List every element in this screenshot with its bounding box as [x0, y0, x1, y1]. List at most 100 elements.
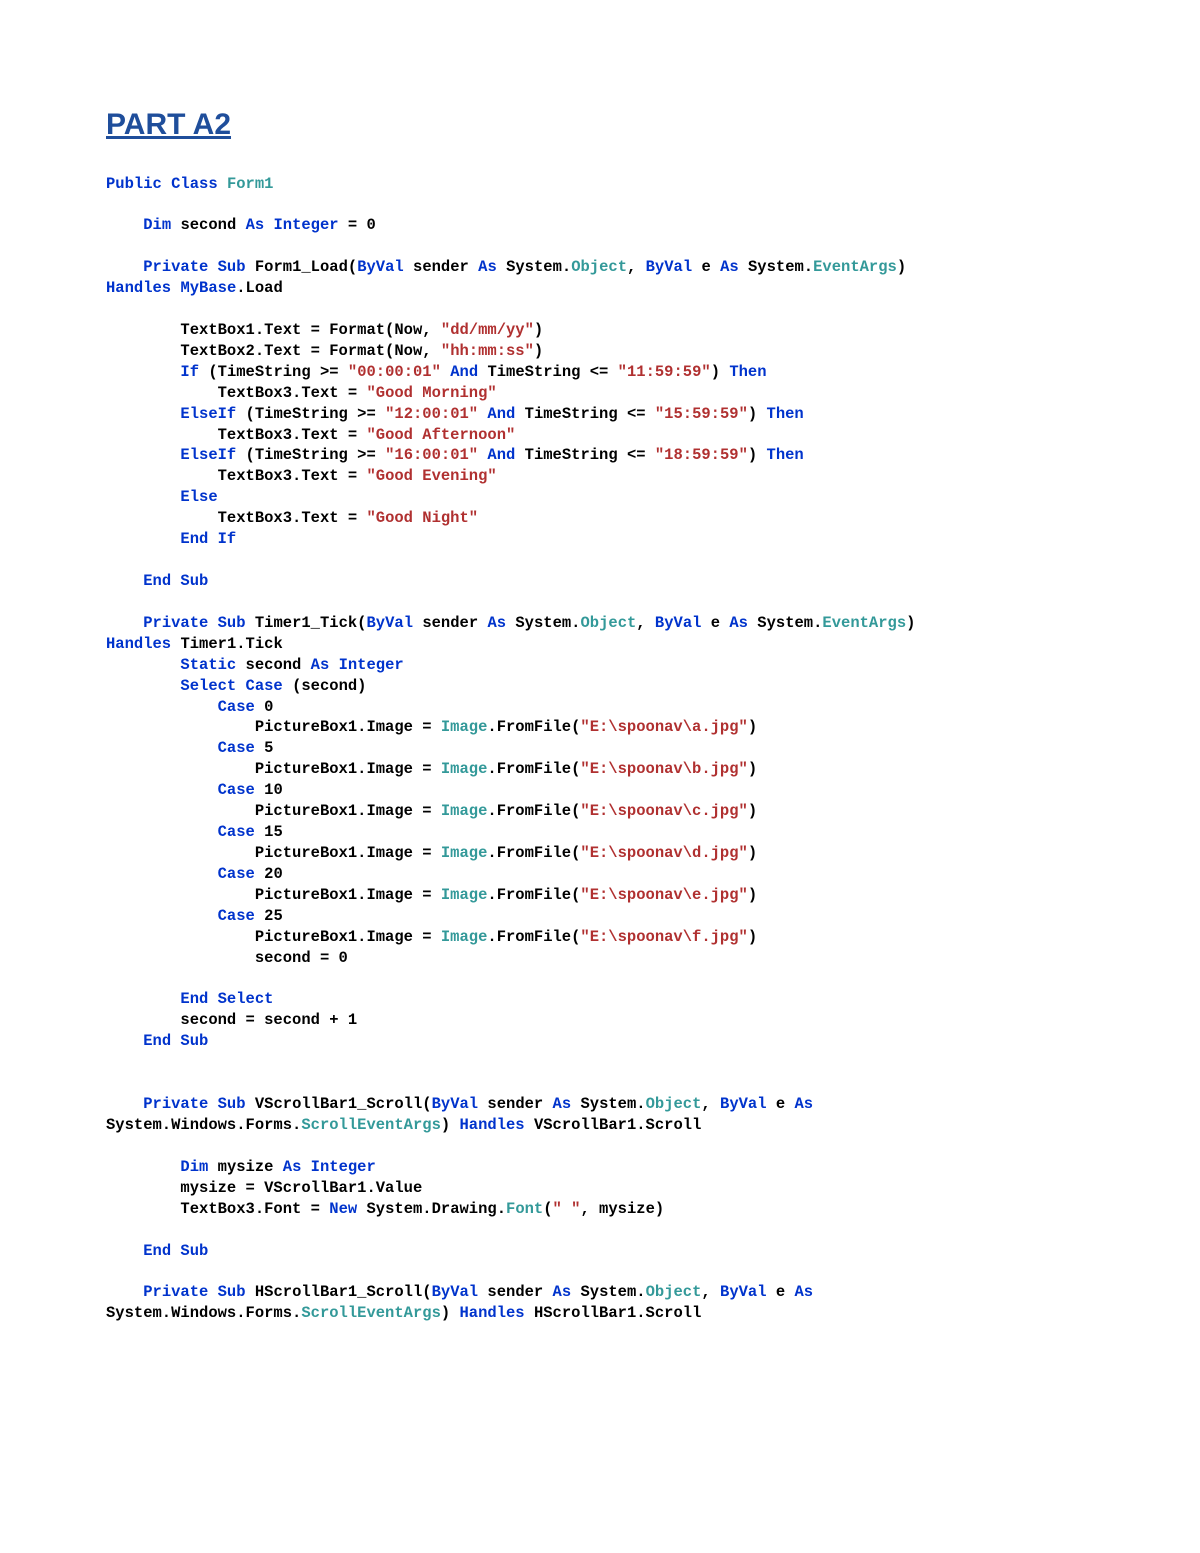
var-second: second — [180, 216, 236, 234]
type-eventargs: EventArgs — [822, 614, 906, 632]
kw-as: As — [553, 1283, 572, 1301]
type-image: Image — [441, 718, 488, 736]
case-num: 20 — [264, 865, 283, 883]
comma: , — [701, 1283, 710, 1301]
paren-close: ) — [441, 1304, 450, 1322]
str-good-night: "Good Night" — [366, 509, 478, 527]
tb3-assign: TextBox3.Text = — [218, 509, 358, 527]
page-title: PART A2 — [106, 105, 1090, 146]
str-good-morning: "Good Morning" — [366, 384, 496, 402]
kw-endsub: End Sub — [143, 1242, 208, 1260]
kw-as: As — [729, 614, 748, 632]
kw-endselect: End Select — [180, 990, 273, 1008]
kw-as: As — [720, 258, 739, 276]
kw-then: Then — [767, 446, 804, 464]
str-path-d: "E:\spoonav\d.jpg" — [580, 844, 747, 862]
kw-as-integer: As Integer — [246, 216, 339, 234]
kw-dim: Dim — [143, 216, 171, 234]
kw-dim: Dim — [180, 1158, 208, 1176]
kw-byval: ByVal — [720, 1283, 767, 1301]
kw-case: Case — [218, 907, 255, 925]
kw-and: And — [450, 363, 478, 381]
if-mid: TimeString <= — [487, 363, 608, 381]
handles-target: VScrollBar1.Scroll — [534, 1116, 701, 1134]
case-num: 0 — [264, 698, 273, 716]
ns-winforms: System.Windows.Forms. — [106, 1304, 301, 1322]
paren-close: ) — [534, 342, 543, 360]
str-155959: "15:59:59" — [655, 405, 748, 423]
type-image: Image — [441, 886, 488, 904]
type-image: Image — [441, 802, 488, 820]
paren-open: ( — [543, 1200, 552, 1218]
elif-open: (TimeString >= — [246, 446, 376, 464]
comma: , — [636, 614, 645, 632]
kw-as: As — [487, 614, 506, 632]
kw-and: And — [487, 405, 515, 423]
fromfile: .FromFile( — [487, 718, 580, 736]
paren-close: ) — [748, 928, 757, 946]
dot-load: .Load — [236, 279, 283, 297]
code-block: Public Class Form1 Dim second As Integer… — [106, 174, 1090, 1325]
kw-case: Case — [218, 698, 255, 716]
param-e: e — [776, 1095, 785, 1113]
str-120001: "12:00:01" — [385, 405, 478, 423]
str-115959: "11:59:59" — [618, 363, 711, 381]
ns-drawing: System.Drawing. — [366, 1200, 506, 1218]
pb-assign: PictureBox1.Image = — [255, 718, 432, 736]
comma: , — [627, 258, 636, 276]
kw-then: Then — [729, 363, 766, 381]
second-inc: second = second + 1 — [180, 1011, 357, 1029]
paren-close: ) — [711, 363, 720, 381]
param-sender: sender — [487, 1095, 543, 1113]
mysize-assign: mysize = VScrollBar1.Value — [180, 1179, 422, 1197]
font-rest: , mysize) — [580, 1200, 664, 1218]
kw-public-class: Public Class — [106, 175, 218, 193]
kw-case: Case — [218, 823, 255, 841]
kw-byval: ByVal — [655, 614, 702, 632]
kw-byval: ByVal — [432, 1283, 479, 1301]
kw-else: Else — [180, 488, 217, 506]
paren-close: ) — [748, 405, 757, 423]
fromfile: .FromFile( — [487, 760, 580, 778]
kw-as: As — [794, 1095, 813, 1113]
select-expr: (second) — [292, 677, 366, 695]
kw-elseif: ElseIf — [180, 446, 236, 464]
param-sender: sender — [422, 614, 478, 632]
pb-assign: PictureBox1.Image = — [255, 802, 432, 820]
paren-close: ) — [906, 614, 915, 632]
kw-as: As — [478, 258, 497, 276]
font-assign-left: TextBox3.Font = — [180, 1200, 320, 1218]
tb3-assign: TextBox3.Text = — [218, 467, 358, 485]
eq-zero: = 0 — [348, 216, 376, 234]
kw-new: New — [329, 1200, 357, 1218]
kw-private-sub: Private Sub — [143, 1095, 245, 1113]
kw-handles: Handles — [106, 279, 171, 297]
case-num: 10 — [264, 781, 283, 799]
kw-private-sub: Private Sub — [143, 614, 245, 632]
str-185959: "18:59:59" — [655, 446, 748, 464]
paren-close: ) — [441, 1116, 450, 1134]
ns-system: System. — [580, 1283, 645, 1301]
kw-if: If — [180, 363, 199, 381]
kw-case: Case — [218, 781, 255, 799]
fromfile: .FromFile( — [487, 886, 580, 904]
type-scrolleventargs: ScrollEventArgs — [301, 1304, 441, 1322]
handles-target: HScrollBar1.Scroll — [534, 1304, 701, 1322]
str-path-e: "E:\spoonav\e.jpg" — [580, 886, 747, 904]
kw-and: And — [487, 446, 515, 464]
kw-endsub: End Sub — [143, 572, 208, 590]
kw-then: Then — [767, 405, 804, 423]
kw-endif: End If — [180, 530, 236, 548]
str-date-fmt: "dd/mm/yy" — [441, 321, 534, 339]
document-page: PART A2 Public Class Form1 Dim second As… — [0, 0, 1200, 1553]
var-second: second — [246, 656, 302, 674]
kw-endsub: End Sub — [143, 1032, 208, 1050]
kw-static: Static — [180, 656, 236, 674]
ns-system: System. — [515, 614, 580, 632]
textbox1-assign: TextBox1.Text = Format(Now, — [180, 321, 431, 339]
str-path-f: "E:\spoonav\f.jpg" — [580, 928, 747, 946]
ns-winforms: System.Windows.Forms. — [106, 1116, 301, 1134]
paren-close: ) — [748, 844, 757, 862]
pb-assign: PictureBox1.Image = — [255, 886, 432, 904]
kw-select-case: Select Case — [180, 677, 282, 695]
